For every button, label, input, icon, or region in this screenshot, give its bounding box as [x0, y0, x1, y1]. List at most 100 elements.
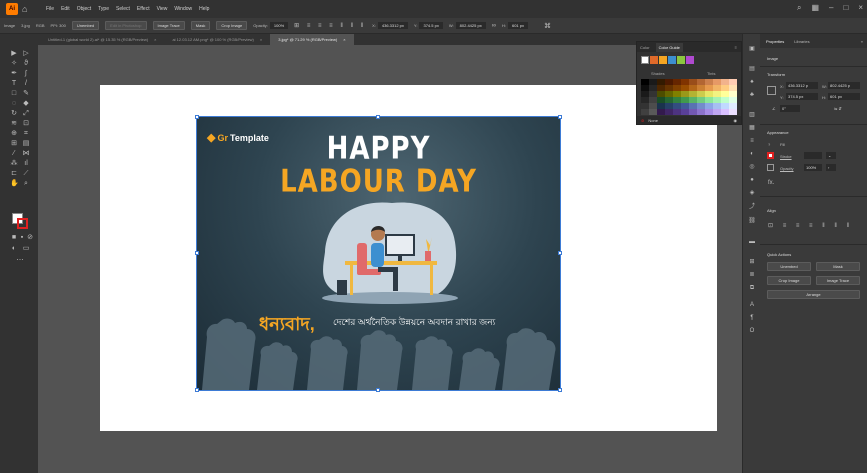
color-swatch[interactable]: [689, 109, 697, 115]
none-swatch-icon[interactable]: ⊘: [641, 118, 644, 123]
search-icon[interactable]: ⌕: [797, 3, 801, 13]
edit-colors-icon[interactable]: ◉: [734, 118, 738, 123]
selection-handle[interactable]: [558, 251, 562, 255]
stroke-icon[interactable]: ≡: [748, 138, 756, 144]
links-icon[interactable]: ⛓: [748, 218, 756, 224]
placed-image[interactable]: ◆ Gr Template HAPPY LABOUR DAY ধন্যবাদ, …: [196, 116, 561, 391]
menu-view[interactable]: View: [157, 6, 168, 12]
maximize-icon[interactable]: □: [843, 3, 848, 13]
menu-object[interactable]: Object: [77, 6, 91, 12]
fx-button[interactable]: fx.: [768, 180, 774, 186]
tab-document-1[interactable]: Untitled-1 (global world 2).ai* @ 15.35 …: [40, 34, 164, 45]
color-variations-grid[interactable]: [641, 79, 737, 115]
color-swatch[interactable]: [657, 109, 665, 115]
free-transform-icon[interactable]: ⊡: [22, 120, 30, 127]
color-swatch[interactable]: [729, 109, 737, 115]
prop-h-field[interactable]: 601 px: [828, 93, 860, 100]
prop-y-field[interactable]: 374.5 px: [786, 93, 818, 100]
tab-libraries[interactable]: Libraries: [794, 39, 809, 44]
lasso-icon[interactable]: ϑ: [22, 60, 30, 67]
minimize-icon[interactable]: –: [829, 3, 833, 13]
workspace-icon[interactable]: ▦: [811, 3, 819, 13]
menu-window[interactable]: Window: [174, 6, 192, 12]
character-icon[interactable]: A: [748, 302, 756, 308]
color-panel-icon[interactable]: ▣: [748, 46, 756, 52]
symbol-sprayer-icon[interactable]: ⁂: [10, 160, 18, 167]
close-tab-icon[interactable]: ×: [260, 37, 262, 42]
color-swatch[interactable]: [681, 109, 689, 115]
collapse-panels-icon[interactable]: »: [861, 39, 863, 44]
harmony-row[interactable]: [641, 56, 694, 64]
panel-menu-icon[interactable]: ≡: [735, 45, 737, 50]
selection-handle[interactable]: [376, 388, 380, 392]
export-icon[interactable]: ⤴: [748, 204, 756, 210]
pathfinder-icon[interactable]: ⧉: [748, 285, 756, 291]
appearance-icon[interactable]: ●: [748, 177, 756, 183]
angle-field[interactable]: 0°: [780, 105, 800, 112]
curvature-icon[interactable]: ∫: [22, 70, 30, 77]
rectangle-tool-icon[interactable]: □: [10, 90, 18, 97]
tab-properties[interactable]: Properties: [766, 39, 784, 44]
selection-handle[interactable]: [376, 115, 380, 119]
fill-icon[interactable]: ?: [768, 142, 770, 147]
image-trace-button[interactable]: Image Trace: [152, 21, 185, 30]
harmony-swatch[interactable]: [677, 56, 685, 64]
opacity-dropdown[interactable]: ›: [826, 164, 836, 171]
shaper-icon[interactable]: ◌: [10, 100, 18, 107]
menu-effect[interactable]: Effect: [137, 6, 150, 12]
rotate-tool-icon[interactable]: ↻: [10, 110, 18, 117]
x-field[interactable]: 436.3312 px: [377, 22, 408, 29]
reference-point-icon[interactable]: [767, 86, 776, 95]
paintbrush-icon[interactable]: ✎: [22, 90, 30, 97]
opacity-swatch-icon[interactable]: [767, 164, 774, 171]
magic-wand-icon[interactable]: ✧: [10, 60, 18, 67]
align-panel-icon[interactable]: ≣: [748, 272, 756, 278]
link-icon[interactable]: ∞: [492, 23, 496, 29]
base-color-swatch[interactable]: [641, 56, 649, 64]
tab-color-guide[interactable]: Color Guide: [655, 42, 683, 52]
type-tool-icon[interactable]: T: [10, 80, 18, 87]
color-swatch[interactable]: [641, 109, 649, 115]
mask-button[interactable]: Mask: [190, 21, 211, 30]
libraries-icon[interactable]: ▤: [748, 66, 756, 72]
selection-handle[interactable]: [558, 115, 562, 119]
tab-color[interactable]: Color: [640, 45, 650, 50]
menu-file[interactable]: File: [46, 6, 54, 12]
artboard-tool-icon[interactable]: ⊏: [10, 170, 18, 177]
mesh-tool-icon[interactable]: ⊞: [10, 140, 18, 147]
opacity-field[interactable]: 100%: [269, 22, 289, 29]
color-swatch[interactable]: [673, 109, 681, 115]
transform-panel-icon[interactable]: ⊞: [748, 259, 756, 265]
gradient-tool-icon[interactable]: ▤: [22, 140, 30, 147]
close-tab-icon[interactable]: ×: [154, 37, 156, 42]
w-field[interactable]: 802.4425 px: [455, 22, 486, 29]
tab-document-3[interactable]: 3.jpg* @ 71.29 % (RGB/Preview) ×: [270, 34, 354, 45]
home-icon[interactable]: ⌂: [22, 4, 32, 14]
graph-tool-icon[interactable]: ıl: [22, 160, 30, 167]
slice-tool-icon[interactable]: ⟋: [22, 170, 30, 177]
harmony-swatch[interactable]: [659, 56, 667, 64]
unembed-button[interactable]: Unembed: [767, 262, 811, 271]
prop-w-field[interactable]: 802.4425 p: [828, 82, 860, 89]
align-icons[interactable]: ⊞ ≡ ≡ ≡ ‖ ‖ ‖: [294, 22, 366, 29]
selection-handle[interactable]: [195, 388, 199, 392]
opentype-icon[interactable]: O: [748, 328, 756, 334]
shape-builder-icon[interactable]: ⊕: [10, 130, 18, 137]
menu-help[interactable]: Help: [199, 6, 209, 12]
edit-original-button[interactable]: Edit in Photoshop: [105, 21, 147, 30]
direct-selection-tool-icon[interactable]: ▷: [22, 50, 30, 57]
opacity-label[interactable]: Opacity: [780, 166, 794, 171]
y-field[interactable]: 374.5 px: [419, 22, 443, 29]
selection-handle[interactable]: [195, 251, 199, 255]
stroke-weight-field[interactable]: [804, 152, 822, 159]
selection-handle[interactable]: [558, 388, 562, 392]
edit-toolbar-icon[interactable]: ⋯: [16, 257, 24, 264]
mask-button[interactable]: Mask: [816, 262, 860, 271]
draw-mode-icon[interactable]: ◐: [10, 245, 18, 252]
fill-stroke-swatch[interactable]: [12, 213, 28, 229]
arrange-button[interactable]: Arrange: [767, 290, 860, 299]
transparency-icon[interactable]: ◎: [748, 164, 756, 170]
color-swatch[interactable]: [721, 109, 729, 115]
comments-icon[interactable]: ▬: [748, 239, 756, 245]
gradient-mode-icon[interactable]: ▪: [18, 234, 26, 241]
